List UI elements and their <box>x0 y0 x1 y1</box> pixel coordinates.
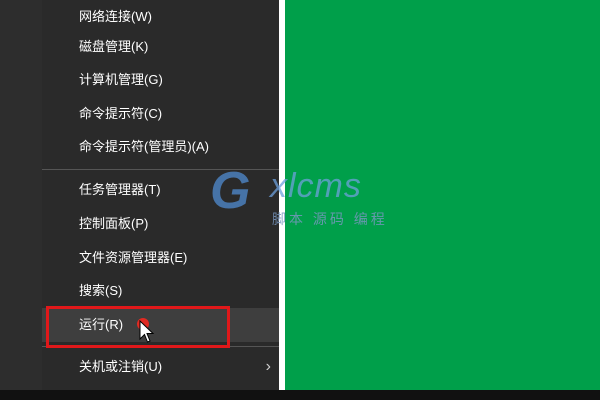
menu-item-command-prompt[interactable]: 命令提示符(C) <box>42 97 279 131</box>
menu-item-disk-management[interactable]: 磁盘管理(K) <box>42 30 279 64</box>
menu-item-shutdown-signout[interactable]: 关机或注销(U) › <box>42 350 279 384</box>
chevron-right-icon: › <box>265 358 271 375</box>
menu-item-command-prompt-admin[interactable]: 命令提示符(管理员)(A) <box>42 130 279 164</box>
watermark-brand: xlcms <box>270 167 362 205</box>
menu-item-network-connections[interactable]: 网络连接(W) <box>42 0 279 34</box>
mouse-pointer-icon <box>139 320 155 343</box>
left-gutter <box>0 0 42 390</box>
menu-item-file-explorer[interactable]: 文件资源管理器(E) <box>42 241 279 275</box>
watermark: G xlcms 脚本 源码 编程 <box>210 165 410 235</box>
menu-item-search[interactable]: 搜索(S) <box>42 274 279 308</box>
watermark-subtitle: 脚本 源码 编程 <box>272 211 388 227</box>
taskbar-strip <box>0 390 600 400</box>
menu-item-computer-management[interactable]: 计算机管理(G) <box>42 63 279 97</box>
watermark-logo: G <box>210 162 251 220</box>
menu-item-label: 关机或注销(U) <box>79 359 163 374</box>
